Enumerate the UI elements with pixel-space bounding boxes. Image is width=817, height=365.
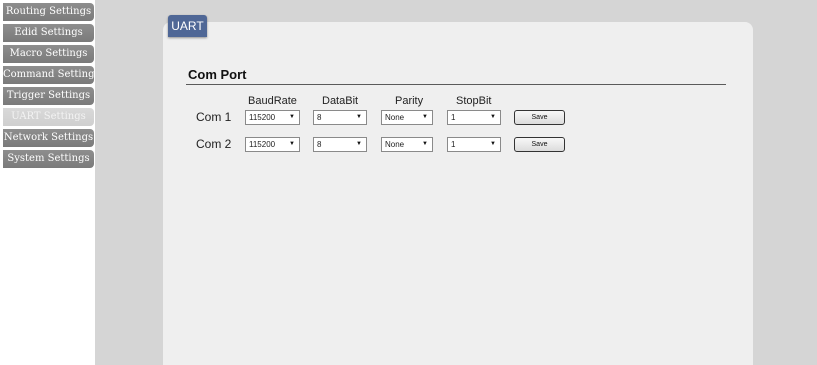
- select-value: 1: [451, 140, 456, 149]
- section-title: Com Port: [188, 67, 247, 82]
- dropdown-arrow-icon: ▼: [356, 141, 362, 147]
- row-label-com2: Com 2: [196, 137, 232, 151]
- dropdown-arrow-icon: ▼: [289, 141, 295, 147]
- dropdown-arrow-icon: ▼: [490, 114, 496, 120]
- sidebar-item-system-settings[interactable]: System Settings: [3, 150, 94, 168]
- sidebar-item-macro-settings[interactable]: Macro Settings: [3, 45, 94, 63]
- select-value: 8: [317, 140, 322, 149]
- databit-select-com2[interactable]: 8 ▼: [313, 137, 367, 152]
- column-header-databit: DataBit: [322, 95, 359, 107]
- column-header-stopbit: StopBit: [456, 95, 492, 107]
- sidebar-item-edid-settings[interactable]: Edid Settings: [3, 24, 94, 42]
- select-value: 115200: [249, 140, 276, 149]
- select-value: 1: [451, 113, 456, 122]
- save-button-com2[interactable]: Save: [514, 137, 565, 152]
- tab-uart: UART: [168, 15, 207, 37]
- sidebar-item-command-settings[interactable]: Command Settings: [3, 66, 94, 84]
- baudrate-select-com2[interactable]: 115200 ▼: [245, 137, 300, 152]
- stopbit-select-com2[interactable]: 1 ▼: [447, 137, 501, 152]
- column-header-baudrate: BaudRate: [248, 95, 297, 107]
- select-value: None: [385, 140, 405, 149]
- dropdown-arrow-icon: ▼: [422, 114, 428, 120]
- stopbit-select-com1[interactable]: 1 ▼: [447, 110, 501, 125]
- row-label-com1: Com 1: [196, 110, 232, 124]
- dropdown-arrow-icon: ▼: [490, 141, 496, 147]
- column-header-parity: Parity: [395, 95, 424, 107]
- sidebar-item-trigger-settings[interactable]: Trigger Settings: [3, 87, 94, 105]
- dropdown-arrow-icon: ▼: [422, 141, 428, 147]
- select-value: 8: [317, 113, 322, 122]
- sidebar-item-network-settings[interactable]: Network Settings: [3, 129, 94, 147]
- sidebar-item-routing-settings[interactable]: Routing Settings: [3, 3, 94, 21]
- sidebar-item-uart-settings[interactable]: UART Settings: [3, 108, 94, 126]
- save-button-com1[interactable]: Save: [514, 110, 565, 125]
- baudrate-select-com1[interactable]: 115200 ▼: [245, 110, 300, 125]
- parity-select-com1[interactable]: None ▼: [381, 110, 433, 125]
- sidebar: Routing Settings Edid Settings Macro Set…: [0, 0, 95, 365]
- databit-select-com1[interactable]: 8 ▼: [313, 110, 367, 125]
- dropdown-arrow-icon: ▼: [356, 114, 362, 120]
- select-value: 115200: [249, 113, 276, 122]
- select-value: None: [385, 113, 405, 122]
- content-panel: [163, 22, 753, 365]
- parity-select-com2[interactable]: None ▼: [381, 137, 433, 152]
- section-divider: [186, 84, 726, 85]
- dropdown-arrow-icon: ▼: [289, 114, 295, 120]
